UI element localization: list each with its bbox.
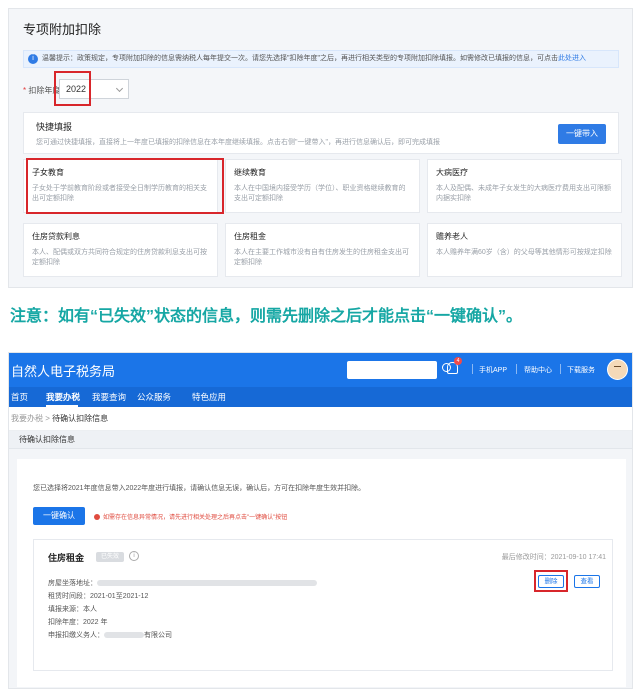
help-center-link[interactable]: 帮助中心	[524, 365, 552, 375]
required-mark: *	[23, 86, 27, 95]
card-serious-illness[interactable]: 大病医疗 本人及配偶、未成年子女发生的大病医疗费用支出可限额内据实扣除	[427, 159, 622, 213]
tip-text: 温馨提示：政策规定，专项附加扣除的信息需纳税人每年提交一次。请您先选择"扣除年度…	[42, 55, 558, 62]
content-panel: 您已选择将2021年度信息带入2022年度进行填报，请确认信息无误，确认后，方可…	[17, 459, 626, 687]
quick-fill-panel: 快捷填报 您可通过快捷填报，直接将上一年度已填报的扣除信息在本年度继续填报。点击…	[23, 112, 619, 154]
card-title: 住房贷款利息	[32, 232, 80, 241]
chevron-down-icon	[115, 84, 124, 93]
record-row-year: 扣除年度：2022 年	[48, 617, 108, 627]
record-row-period: 租赁时间段：2021-01至2021-12	[48, 591, 148, 601]
pending-confirmation-screenshot: 自然人电子税务局 4 手机APP 帮助中心 下载服务 首页 我要办税 我要查询 …	[8, 352, 633, 689]
confirm-description: 您已选择将2021年度信息带入2022年度进行填报，请确认信息无误，确认后，方可…	[33, 485, 366, 492]
agent-value: 有限公司	[144, 632, 172, 639]
divider	[560, 364, 561, 374]
card-housing-loan-interest[interactable]: 住房贷款利息 本人、配偶或双方共同符合规定的住房贷款利息支出可按定额扣除	[23, 223, 218, 277]
deduction-form-screenshot: 专项附加扣除 i 温馨提示：政策规定，专项附加扣除的信息需纳税人每年提交一次。请…	[8, 8, 633, 288]
top-bar: 自然人电子税务局 4 手机APP 帮助中心 下载服务	[9, 353, 632, 387]
instruction-note: 注意：如有“已失效”状态的信息，则需先删除之后才能点击“一键确认”。	[10, 308, 523, 325]
period-label: 租赁时间段：	[48, 593, 90, 600]
address-label: 房屋坐落地址：	[48, 580, 97, 587]
source-value: 本人	[83, 606, 97, 613]
main-nav: 首页 我要办税 我要查询 公众服务 特色应用	[9, 387, 632, 407]
card-continuing-education[interactable]: 继续教育 本人在中国境内接受学历（学位）、职业资格继续教育的支出可定额扣除	[225, 159, 420, 213]
period-value: 2021-01至2021-12	[90, 593, 149, 600]
card-desc: 本人、配偶或双方共同符合规定的住房贷款利息支出可按定额扣除	[32, 249, 207, 266]
nav-special-apps[interactable]: 特色应用	[192, 391, 226, 403]
avatar-face-icon	[614, 366, 621, 368]
tip-banner: i 温馨提示：政策规定，专项附加扣除的信息需纳税人每年提交一次。请您先选择"扣除…	[23, 50, 619, 68]
avatar[interactable]	[607, 359, 628, 380]
year-label: 扣除年度：	[48, 619, 83, 626]
card-title: 继续教育	[234, 168, 266, 177]
tip-link[interactable]: 此处进入	[558, 55, 586, 62]
one-click-confirm-button[interactable]: 一键确认	[33, 507, 85, 525]
card-housing-rent[interactable]: 住房租金 本人在主要工作城市没有自有住房发生的住房租金支出可定额扣除	[225, 223, 420, 277]
search-input[interactable]	[347, 361, 451, 379]
download-service-link[interactable]: 下载服务	[567, 365, 595, 375]
warning-icon	[94, 514, 100, 520]
notification-badge: 4	[454, 357, 462, 365]
deduction-record-card: 住房租金 已失效 i 最后修改时间：2021-09-10 17:41 房屋坐落地…	[33, 539, 613, 671]
nav-public-service[interactable]: 公众服务	[137, 391, 171, 403]
breadcrumb: 我要办税 > 待确认扣除信息	[9, 407, 632, 431]
last-modified-label: 最后修改时间：	[501, 554, 551, 561]
record-row-address: 房屋坐落地址：	[48, 578, 317, 588]
card-desc: 本人在主要工作城市没有自有住房发生的住房租金支出可定额扣除	[234, 249, 409, 266]
info-icon[interactable]: i	[129, 551, 139, 561]
breadcrumb-parent[interactable]: 我要办税	[11, 414, 43, 423]
status-badge: 已失效	[96, 552, 124, 562]
card-desc: 本人在中国境内接受学历（学位）、职业资格继续教育的支出可定额扣除	[234, 185, 406, 202]
breadcrumb-separator: >	[45, 414, 50, 423]
record-row-agent: 申报扣缴义务人： 有限公司	[48, 630, 172, 640]
mobile-app-link[interactable]: 手机APP	[479, 365, 507, 375]
page-title: 专项附加扣除	[23, 22, 102, 37]
redacted-address	[97, 580, 317, 587]
one-click-import-button[interactable]: 一键带入	[558, 124, 606, 144]
source-label: 填报来源：	[48, 606, 83, 613]
section-title: 待确认扣除信息	[9, 431, 632, 449]
view-button[interactable]: 查看	[574, 575, 600, 588]
highlight-box-delete	[534, 570, 568, 592]
agent-label: 申报扣缴义务人：	[48, 632, 104, 639]
nav-home[interactable]: 首页	[11, 391, 28, 403]
card-title: 大病医疗	[436, 168, 468, 177]
nav-query[interactable]: 我要查询	[92, 391, 126, 403]
breadcrumb-current: 待确认扣除信息	[52, 414, 109, 423]
card-desc: 本人赡养年满60岁（含）的父母等其他情形可按规定扣除	[436, 249, 612, 256]
site-brand[interactable]: 自然人电子税务局	[11, 361, 115, 380]
nav-tax-service[interactable]: 我要办税	[46, 391, 80, 403]
record-title: 住房租金	[48, 553, 85, 563]
card-desc: 本人及配偶、未成年子女发生的大病医疗费用支出可限额内据实扣除	[436, 185, 611, 202]
highlight-box-year	[54, 71, 91, 106]
card-elderly-support[interactable]: 赡养老人 本人赡养年满60岁（含）的父母等其他情形可按规定扣除	[427, 223, 622, 277]
divider	[472, 364, 473, 374]
quick-fill-desc: 您可通过快捷填报，直接将上一年度已填报的扣除信息在本年度继续填报。点击右侧"一键…	[36, 139, 440, 146]
last-modified-value: 2021-09-10 17:41	[550, 554, 606, 561]
record-row-source: 填报来源：本人	[48, 604, 97, 614]
last-modified: 最后修改时间：2021-09-10 17:41	[502, 552, 606, 562]
card-title: 住房租金	[234, 232, 266, 241]
card-title: 赡养老人	[436, 232, 468, 241]
quick-fill-title: 快捷填报	[36, 122, 73, 132]
info-icon: i	[28, 54, 38, 64]
warning-message: 如需存在信息异常情况，请先进行相关处理之后再点击"一键确认"按钮	[94, 512, 287, 521]
divider	[516, 364, 517, 374]
warning-text: 如需存在信息异常情况，请先进行相关处理之后再点击"一键确认"按钮	[103, 515, 288, 521]
highlight-box-child-education	[26, 158, 224, 214]
year-value: 2022 年	[83, 619, 108, 626]
redacted-agent	[104, 632, 144, 639]
